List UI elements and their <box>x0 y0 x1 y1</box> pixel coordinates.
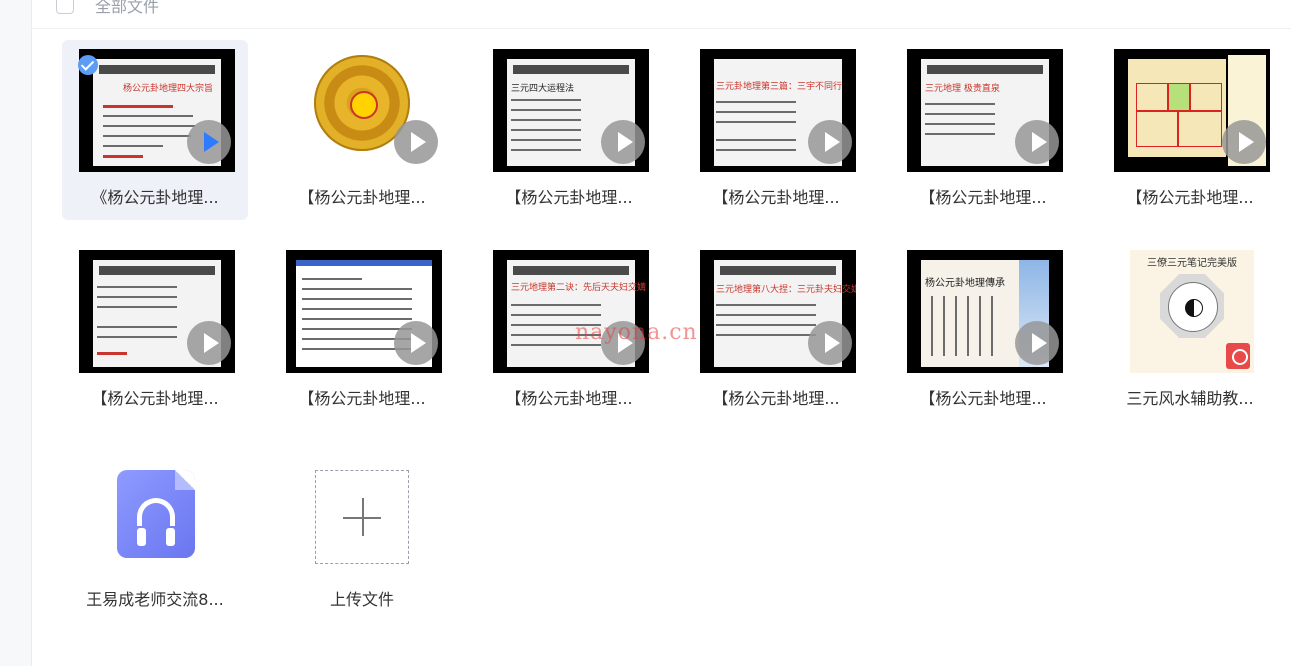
play-icon[interactable] <box>1015 120 1059 164</box>
thumb-title: 三元地理第八大捏：三元卦夫妇交媾 <box>716 285 856 295</box>
video-thumbnail <box>286 49 442 172</box>
upload-button[interactable] <box>315 470 409 564</box>
video-thumbnail <box>286 250 442 373</box>
left-rail <box>0 0 32 666</box>
file-item[interactable]: 【杨公元卦地理... <box>269 40 455 220</box>
video-thumbnail: 杨公元卦地理四大宗旨 <box>79 49 235 172</box>
pdf-icon <box>1226 343 1250 369</box>
video-thumbnail: 三元四大运程法 <box>493 49 649 172</box>
video-thumbnail: 三元地理 极贵直泉 <box>907 49 1063 172</box>
pdf-thumbnail: 三僚三元笔记完美版 <box>1130 250 1254 373</box>
headphone-icon <box>137 498 175 546</box>
selected-check-icon[interactable] <box>78 55 98 75</box>
file-item[interactable]: 三元地理 极贵直泉 【杨公元卦地理... <box>890 40 1076 220</box>
file-name: 【杨公元卦地理... <box>91 389 219 408</box>
select-all-checkbox[interactable] <box>56 0 74 14</box>
file-item[interactable]: 三元卦地理第三篇：三宇不同行 【杨公元卦地理... <box>683 40 869 220</box>
file-name: 【杨公元卦地理... <box>919 188 1047 207</box>
play-icon[interactable] <box>1222 120 1266 164</box>
file-list-header: 全部文件 <box>31 0 1291 29</box>
file-item[interactable]: 杨公元卦地理傳承 【杨公元卦地理... <box>890 241 1076 421</box>
video-thumbnail <box>79 250 235 373</box>
upload-label: 上传文件 <box>329 590 394 609</box>
thumb-title: 三元地理第二诀：先后天夫妇交媾 <box>511 283 647 293</box>
video-thumbnail <box>1114 49 1270 172</box>
file-name: 三元风水辅助教... <box>1126 389 1254 408</box>
audio-file-icon <box>117 470 195 558</box>
thumb-title: 三元地理 极贵直泉 <box>925 84 1000 94</box>
file-name: 【杨公元卦地理... <box>298 389 426 408</box>
file-item[interactable]: 【杨公元卦地理... <box>1097 40 1283 220</box>
play-icon[interactable] <box>187 321 231 365</box>
file-name: 【杨公元卦地理... <box>712 188 840 207</box>
play-icon[interactable] <box>394 321 438 365</box>
file-item[interactable]: 杨公元卦地理四大宗旨 《杨公元卦地理... <box>62 40 248 220</box>
thumb-header-bar <box>99 65 215 74</box>
thumb-header-bar <box>927 65 1043 74</box>
play-icon[interactable] <box>808 120 852 164</box>
thumb-header-bar <box>513 266 629 275</box>
file-item[interactable]: 三元地理第八大捏：三元卦夫妇交媾 【杨公元卦地理... <box>683 241 869 421</box>
thumb-header-bar <box>513 65 629 74</box>
thumb-header-bar <box>99 266 215 275</box>
video-thumbnail: 杨公元卦地理傳承 <box>907 250 1063 373</box>
play-icon[interactable] <box>187 120 231 164</box>
file-name: 【杨公元卦地理... <box>505 188 633 207</box>
bagua-image <box>1160 274 1224 338</box>
file-name: 【杨公元卦地理... <box>298 188 426 207</box>
thumb-header-bar <box>720 266 836 275</box>
video-thumbnail: 三元地理第八大捏：三元卦夫妇交媾 <box>700 250 856 373</box>
header-title: 全部文件 <box>95 0 160 16</box>
file-name: 【杨公元卦地理... <box>919 389 1047 408</box>
floor-plan-image <box>1128 59 1226 157</box>
thumb-title: 三僚三元笔记完美版 <box>1147 258 1237 269</box>
file-name: 【杨公元卦地理... <box>712 389 840 408</box>
thumb-title: 三元四大运程法 <box>511 84 575 94</box>
video-thumbnail: 三元卦地理第三篇：三宇不同行 <box>700 49 856 172</box>
play-icon[interactable] <box>808 321 852 365</box>
file-name: 王易成老师交流8... <box>86 590 224 609</box>
video-thumbnail: 三元地理第二诀：先后天夫妇交媾 <box>493 250 649 373</box>
thumb-title: 三元卦地理第三篇：三宇不同行 <box>716 82 843 92</box>
play-icon[interactable] <box>601 120 645 164</box>
file-item[interactable]: 三元四大运程法 【杨公元卦地理... <box>476 40 662 220</box>
file-item[interactable]: 【杨公元卦地理... <box>269 241 455 421</box>
thumb-title: 杨公元卦地理傳承 <box>925 278 1005 289</box>
file-name: 【杨公元卦地理... <box>505 389 633 408</box>
file-name: 【杨公元卦地理... <box>1126 188 1254 207</box>
play-icon[interactable] <box>394 120 438 164</box>
file-name: 《杨公元卦地理... <box>91 188 219 207</box>
thumb-title: 杨公元卦地理四大宗旨 <box>123 84 214 94</box>
file-item[interactable]: 【杨公元卦地理... <box>62 241 248 421</box>
watermark: nayona.cn <box>575 320 698 345</box>
play-icon[interactable] <box>1015 321 1059 365</box>
